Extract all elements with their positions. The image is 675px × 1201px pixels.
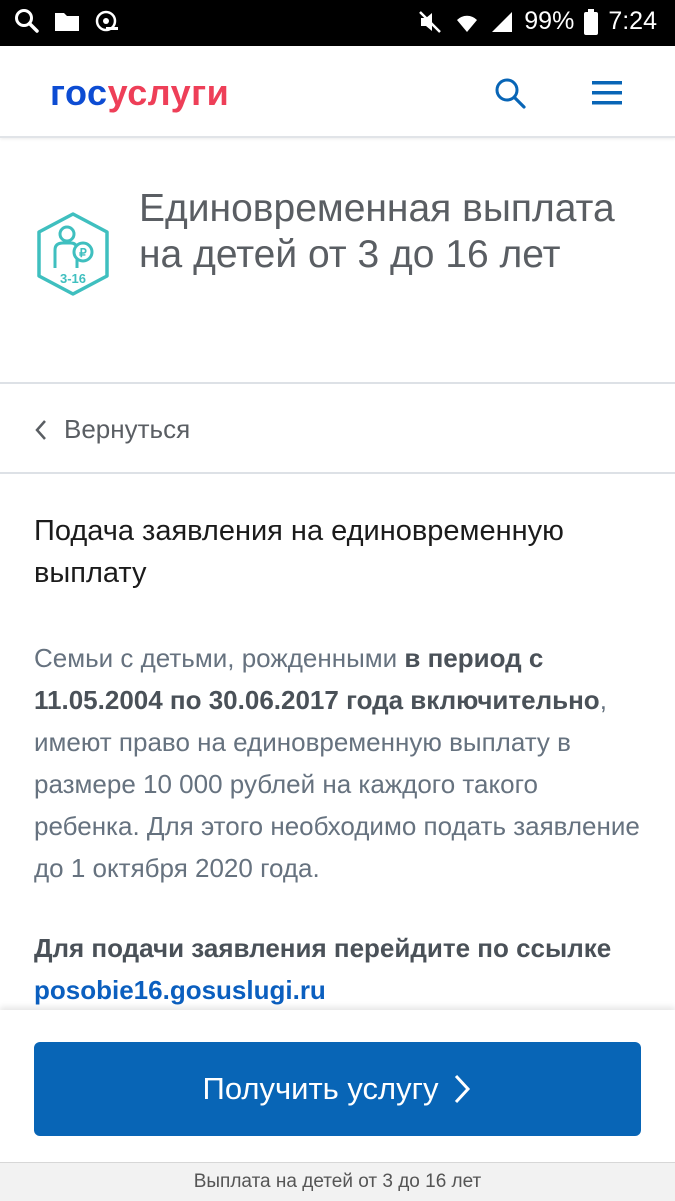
search-icon [15, 9, 39, 33]
site-header: госуслуги [0, 46, 675, 138]
description-paragraph: Семьи с детьми, рожденными в период с 11… [34, 637, 644, 889]
back-link[interactable]: Вернуться [0, 384, 675, 474]
child-payment-icon: ₽ 3-16 [37, 212, 109, 296]
svg-text:₽: ₽ [79, 246, 87, 260]
page-title: Единовременная выплата на детей от 3 до … [139, 187, 615, 276]
status-bar: 99% 7:24 [0, 0, 675, 46]
service-header: ₽ 3-16 Единовременная выплата на детей о… [0, 138, 675, 384]
chevron-right-icon [455, 1074, 471, 1104]
description-text-1: Семьи с детьми, рожденными [34, 643, 405, 673]
chevron-left-icon [35, 420, 46, 440]
section-title: Подача заявления на единовременную выпла… [34, 515, 564, 589]
voicemail-icon [95, 10, 118, 32]
gosuslugi-logo[interactable]: госуслуги [50, 72, 229, 114]
wifi-icon [457, 15, 478, 32]
mute-icon [419, 10, 442, 33]
icon-age-label: 3-16 [60, 271, 86, 286]
posobie-link[interactable]: posobie16.gosuslugi.ru [34, 975, 326, 1005]
logo-part-uslugi: услуги [107, 72, 230, 113]
menu-icon[interactable] [590, 78, 624, 108]
battery-percent: 99% [524, 7, 575, 35]
get-service-label: Получить услугу [202, 1071, 439, 1106]
signal-icon [492, 11, 513, 32]
logo-part-gos: гос [50, 72, 108, 113]
link-lead-text: Для подачи заявления перейдите по ссылке [34, 933, 612, 963]
clock: 7:24 [608, 7, 657, 35]
back-label: Вернуться [64, 414, 191, 444]
battery-icon [584, 8, 599, 35]
get-service-button[interactable]: Получить услугу [34, 1042, 641, 1136]
search-icon[interactable] [493, 76, 527, 110]
browser-tab-title: Выплата на детей от 3 до 16 лет [0, 1162, 675, 1201]
link-paragraph: Для подачи заявления перейдите по ссылке… [34, 927, 644, 1011]
main-content: Подача заявления на единовременную выпла… [34, 510, 644, 1011]
folder-icon [55, 13, 79, 31]
